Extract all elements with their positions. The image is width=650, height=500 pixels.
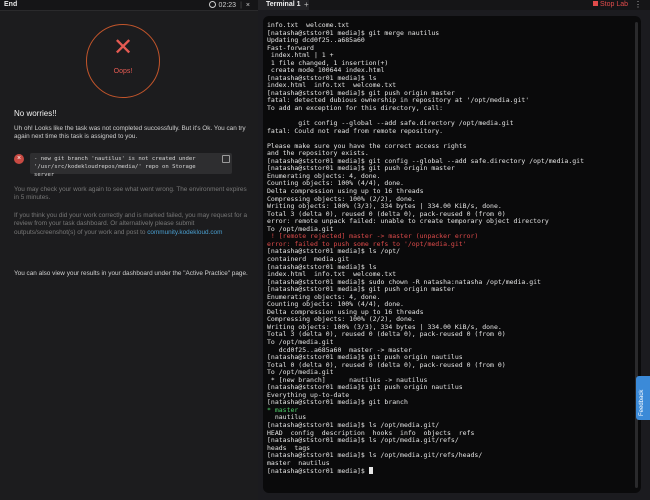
terminal-line: [natasha@ststor01 media]$ git branch [267, 398, 408, 407]
terminal-output: info.txt welcome.txt [natasha@ststor01 me… [267, 21, 629, 476]
error-message-box: - new git branch 'nautilus' is not creat… [30, 153, 232, 178]
add-tab-button[interactable]: + [304, 0, 309, 10]
separator: | [240, 2, 242, 9]
terminal-panel: Terminal 1 + Stop Lab ⋮ info.txt welcome… [258, 0, 650, 500]
terminal-cursor [368, 467, 373, 475]
terminal-line: Updating dcd0f25..a685a60 [267, 36, 365, 45]
stop-lab-button[interactable]: Stop Lab [592, 0, 628, 10]
kebab-menu-icon[interactable]: ⋮ [634, 0, 642, 10]
terminal-window[interactable]: info.txt welcome.txt [natasha@ststor01 me… [263, 16, 641, 493]
timer: 02:23 | × [208, 1, 250, 9]
feedback-label: Feedback [639, 389, 645, 416]
terminal-line: * master [267, 405, 299, 414]
check-work-text: You may check your work again to see wha… [14, 186, 247, 202]
tab-terminal-1[interactable]: Terminal 1 [258, 0, 309, 10]
timer-value: 02:23 [218, 2, 237, 9]
oops-badge: ✕ Oops! [86, 24, 160, 98]
result-panel-header: End 02:23 | × [0, 0, 258, 11]
result-heading: No worries!! [14, 109, 57, 118]
terminal-tab-bar: Terminal 1 + Stop Lab ⋮ [258, 0, 650, 10]
x-mark-icon: ✕ [112, 34, 134, 61]
terminal-line: [natasha@ststor01 media]$ ls /opt/media.… [267, 436, 459, 445]
copy-icon[interactable] [222, 155, 230, 163]
terminal-line: master nautilus [267, 458, 330, 467]
stop-lab-label: Stop Lab [599, 1, 628, 8]
terminal-line: fatal: Could not read from remote reposi… [267, 126, 444, 135]
oops-text: Oops! [113, 68, 133, 75]
result-message: Uh oh! Looks like the task was not compl… [14, 125, 246, 141]
error-icon: × [14, 154, 24, 164]
stop-icon [592, 1, 598, 6]
community-link[interactable]: community.kodekloud.com [147, 229, 222, 236]
terminal-line: To add an exception for this directory, … [267, 104, 444, 113]
feedback-button[interactable]: Feedback [636, 376, 650, 420]
review-text: If you think you did your work correctly… [14, 212, 250, 237]
close-icon[interactable]: × [246, 2, 250, 9]
terminal-line: [natasha@ststor01 media]$ [267, 467, 369, 476]
error-message: - new git branch 'nautilus' is not creat… [34, 156, 196, 178]
result-panel: End 02:23 | × ✕ Oops! No worries!! Uh oh! … [0, 0, 258, 500]
dashboard-text: You can also view your results in your d… [14, 270, 248, 277]
clock-icon [208, 1, 216, 8]
end-label: End [4, 1, 18, 8]
